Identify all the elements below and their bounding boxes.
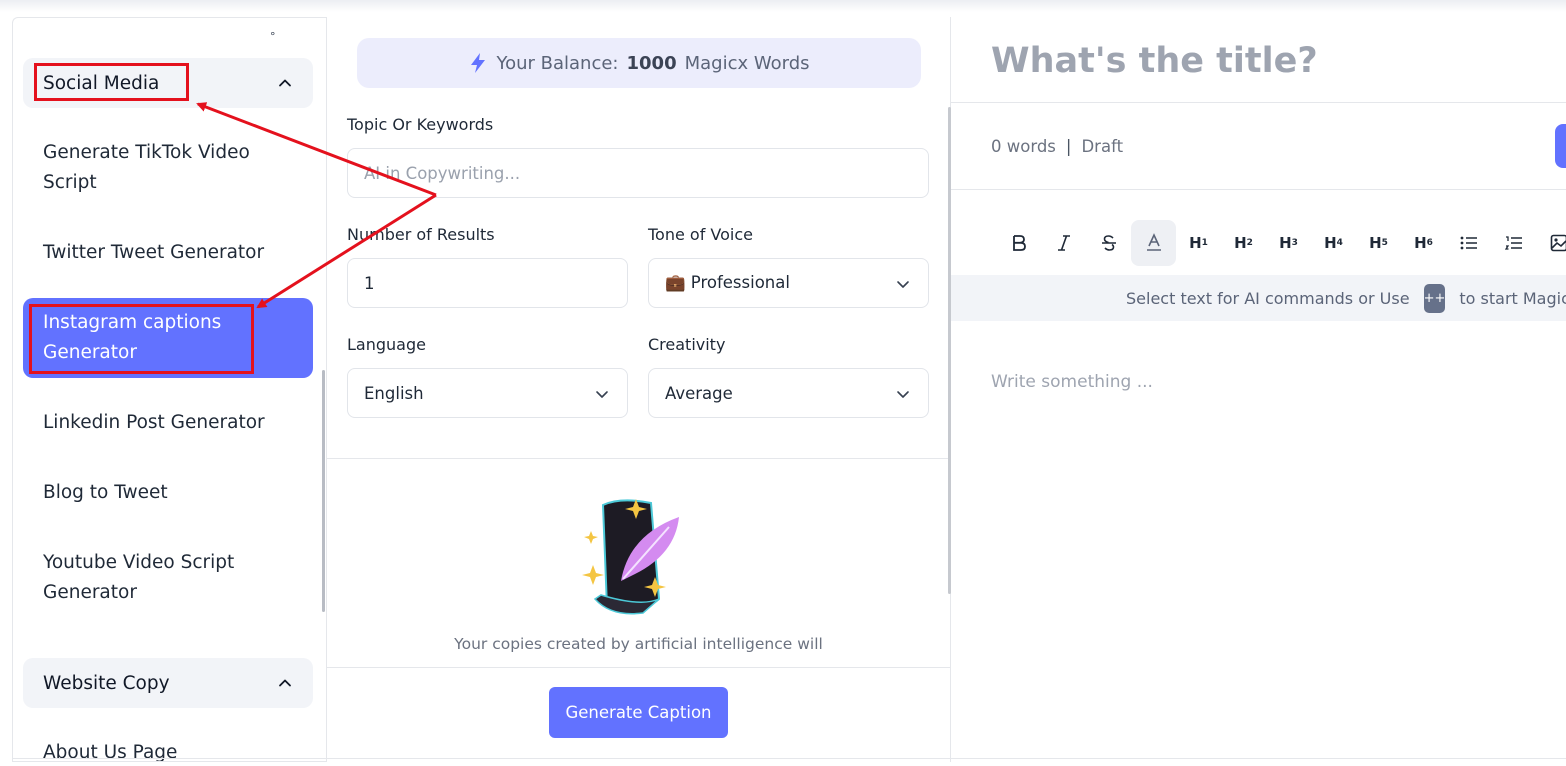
chevron-down-icon [897,391,909,398]
meta-divider [951,189,1566,190]
annotation-box-instagram [29,304,254,374]
empty-state-message: Your copies created by artificial intell… [454,635,823,653]
language-value: English [364,383,424,403]
results-label: Number of Results [347,225,495,244]
hint-text-before: Select text for AI commands or Use [1126,288,1410,308]
h5-icon[interactable]: H5 [1356,220,1401,266]
sidebar-scrollbar[interactable] [322,370,325,612]
editor-body-input[interactable]: Write something ... [991,372,1153,392]
form-divider [327,458,950,459]
top-shadow [0,0,1566,12]
sidebar-item-youtube-script[interactable]: Youtube Video Script Generator [23,548,313,608]
text-color-icon[interactable] [1131,220,1176,266]
sidebar: ° Social Media Generate TikTok Video Scr… [12,17,326,762]
tone-label: Tone of Voice [648,225,753,244]
creativity-value: Average [665,383,733,403]
bullet-list-icon[interactable] [1446,220,1491,266]
word-count: 0 words [991,137,1056,156]
balance-prefix: Your Balance: [496,52,619,74]
scroll-quill-illustration [582,499,679,615]
generate-caption-button[interactable]: Generate Caption [549,687,728,738]
balance-suffix: Magicx Words [684,52,810,74]
italic-icon[interactable] [1041,220,1086,266]
format-toolbar: H1 H2 H3 H4 H5 H6 [996,220,1566,266]
lightning-icon [471,53,486,73]
image-icon[interactable] [1536,220,1566,266]
language-select[interactable]: English [347,368,628,418]
topic-label: Topic Or Keywords [347,115,494,134]
bottom-border [12,758,1566,759]
ordered-list-icon[interactable] [1491,220,1536,266]
results-input[interactable]: 1 [347,258,628,308]
h3-icon[interactable]: H3 [1266,220,1311,266]
creativity-label: Creativity [648,335,726,354]
draft-status: Draft [1081,137,1124,156]
footer-divider [327,667,950,668]
meta-separator: | [1065,137,1072,156]
chevron-down-icon [897,281,909,288]
save-button[interactable] [1555,124,1566,168]
balance-amount: 1000 [626,52,677,74]
topic-input[interactable]: AI in Copywriting... [347,148,929,198]
ai-hint-bar: Select text for AI commands or Use ++ to… [951,275,1566,321]
h6-icon[interactable]: H6 [1401,220,1446,266]
tone-value: 💼 Professional [665,273,790,292]
category-label: Website Copy [43,672,170,694]
sidebar-item-linkedin-post[interactable]: Linkedin Post Generator [23,408,313,438]
sidebar-item-blog-to-tweet[interactable]: Blog to Tweet [23,478,313,508]
hint-text-after: to start Magic [1459,288,1566,308]
annotation-box-social-media [34,63,189,101]
category-website-copy[interactable]: Website Copy [23,658,313,708]
balance-banner: Your Balance: 1000 Magicx Words [357,38,921,88]
h2-icon[interactable]: H2 [1221,220,1266,266]
strikethrough-icon[interactable] [1086,220,1131,266]
results-value: 1 [364,273,375,293]
h1-icon[interactable]: H1 [1176,220,1221,266]
language-label: Language [347,335,426,354]
h4-icon[interactable]: H4 [1311,220,1356,266]
document-meta: 0 words | Draft [991,137,1123,156]
sidebar-dot: ° [270,30,276,43]
creativity-select[interactable]: Average [648,368,929,418]
magic-shortcut-key: ++ [1423,283,1446,313]
chevron-up-icon [279,79,291,87]
tone-select[interactable]: 💼 Professional [648,258,929,308]
sidebar-item-tiktok-script[interactable]: Generate TikTok Video Script [23,138,313,198]
title-divider [951,102,1566,103]
sidebar-item-twitter-tweet[interactable]: Twitter Tweet Generator [23,238,313,268]
bold-icon[interactable] [996,220,1041,266]
chevron-up-icon [279,679,291,687]
generator-form-panel: Your Balance: 1000 Magicx Words Topic Or… [326,17,951,762]
document-title-input[interactable]: What's the title? [991,41,1318,81]
chevron-down-icon [596,391,608,398]
editor-panel: What's the title? 0 words | Draft H1 H2 H3… [951,17,1566,762]
